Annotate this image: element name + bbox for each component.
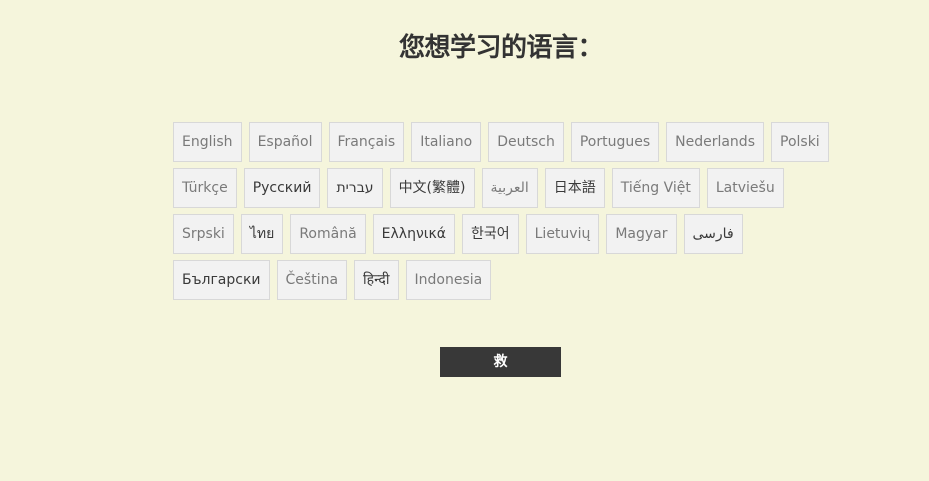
language-row: English Español Français Italiano Deutsc… [173,122,829,162]
language-option-hungarian[interactable]: Magyar [606,214,677,254]
language-option-hebrew[interactable]: עברית [327,168,383,208]
language-option-russian[interactable]: Русский [243,168,321,208]
language-option-polish[interactable]: Polski [771,122,829,162]
language-row: Srpski ไทย Română Ελληνικά 한국어 Lietuvių … [173,214,813,254]
language-option-dutch[interactable]: Nederlands [666,122,764,162]
save-button[interactable]: 救 [440,347,561,377]
language-row: Türkçe Русский עברית 中文(繁體) العربية 日本語 … [173,168,813,208]
page-title: 您想学习的语言： [398,33,604,63]
language-option-bulgarian[interactable]: Български [173,260,270,300]
language-option-italian[interactable]: Italiano [411,122,482,162]
language-option-chinese-traditional[interactable]: 中文(繁體) [389,168,475,208]
language-option-arabic[interactable]: العربية [481,168,538,208]
language-option-persian[interactable]: فارسی [683,214,743,254]
language-option-thai[interactable]: ไทย [240,214,284,254]
language-option-portuguese[interactable]: Portugues [570,122,660,162]
language-option-turkish[interactable]: Türkçe [173,168,237,208]
language-option-korean[interactable]: 한국어 [461,214,519,254]
language-option-french[interactable]: Français [328,122,405,162]
language-option-indonesian[interactable]: Indonesia [405,260,492,300]
language-option-lithuanian[interactable]: Lietuvių [525,214,600,254]
language-option-serbian[interactable]: Srpski [173,214,234,254]
language-option-greek[interactable]: Ελληνικά [372,214,455,254]
language-option-english[interactable]: English [173,122,242,162]
language-option-japanese[interactable]: 日本語 [544,168,605,208]
language-option-czech[interactable]: Čeština [276,260,348,300]
language-option-spanish[interactable]: Español [248,122,322,162]
language-option-hindi[interactable]: हिन्दी [354,260,399,300]
language-option-german[interactable]: Deutsch [488,122,564,162]
language-option-romanian[interactable]: Română [290,214,366,254]
language-option-latvian[interactable]: Latviešu [706,168,784,208]
language-grid: English Español Français Italiano Deutsc… [173,122,829,306]
language-row: Български Čeština हिन्दी Indonesia [173,260,813,300]
language-option-vietnamese[interactable]: Tiếng Việt [611,168,700,208]
